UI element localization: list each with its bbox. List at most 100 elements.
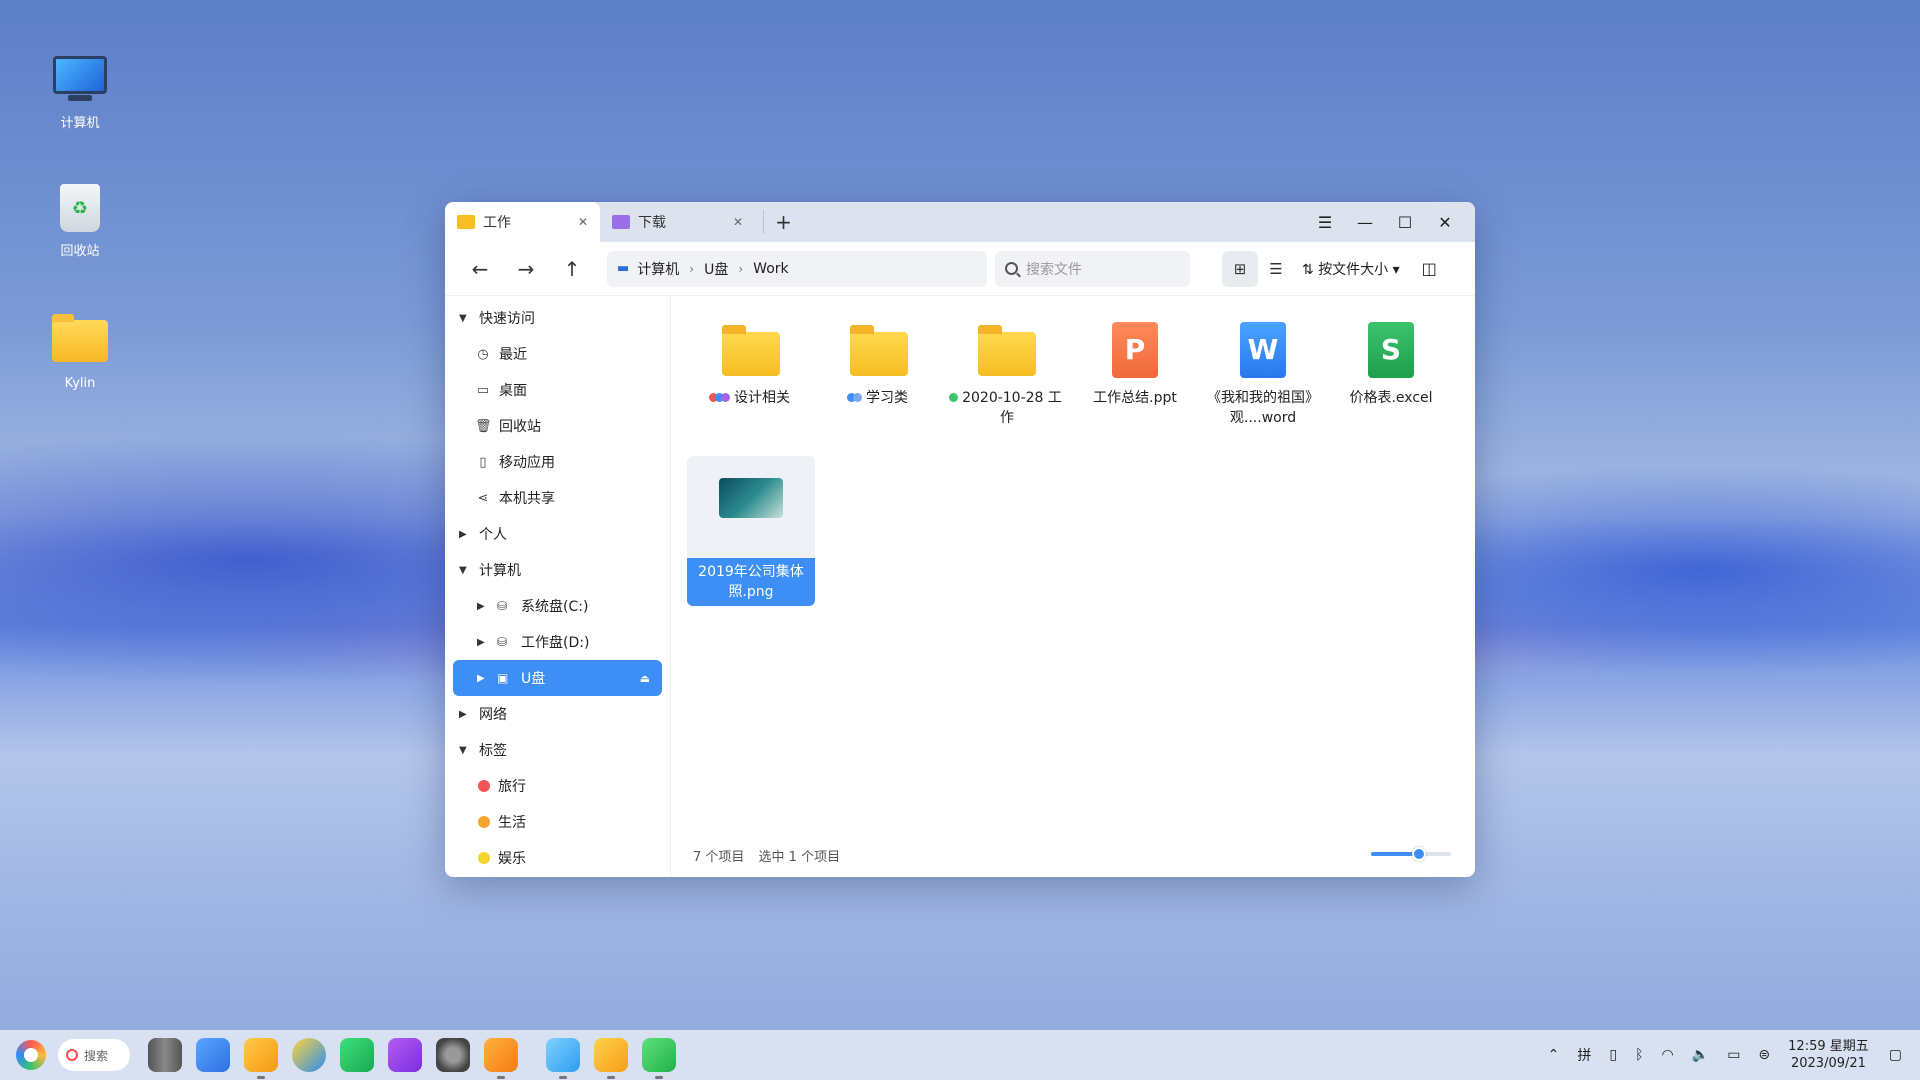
- sidebar-tags[interactable]: ▼ 标签: [445, 732, 670, 768]
- sidebar-item-label: 回收站: [499, 419, 541, 435]
- wechat-icon[interactable]: [642, 1038, 676, 1079]
- control-center-icon[interactable]: ⊜: [1758, 1047, 1770, 1063]
- desktop-icon-label: 计算机: [60, 116, 100, 131]
- desktop-icon-computer[interactable]: 计算机: [40, 56, 120, 131]
- multitask-view-icon[interactable]: [148, 1038, 182, 1072]
- file-view: 设计相关 学习类 2020-10-28 工作 P 工作总结.ppt W 《我和我…: [671, 296, 1475, 877]
- toolbar: ← → ↑ ▬ 计算机 › U盘 › Work 搜索文件 ⊞ ☰ ⇅ 按文件大小…: [445, 242, 1475, 296]
- sidebar-item-label: 本机共享: [499, 491, 555, 507]
- sidebar-tag-life[interactable]: 生活: [445, 804, 670, 840]
- zoom-handle[interactable]: [1412, 847, 1426, 861]
- file-item[interactable]: S 价格表.excel: [1327, 312, 1455, 442]
- tab-label: 下载: [638, 215, 666, 231]
- folder-icon: [719, 318, 783, 382]
- clipboard-icon[interactable]: ▯: [1609, 1047, 1617, 1063]
- file-item[interactable]: W 《我和我的祖国》观....word: [1199, 312, 1327, 442]
- clock-icon: ◷: [477, 346, 489, 362]
- folder-icon: [975, 318, 1039, 382]
- notification-icon[interactable]: ▢: [1889, 1047, 1902, 1063]
- screenshot-icon[interactable]: [388, 1038, 422, 1072]
- mail-icon[interactable]: [340, 1038, 374, 1072]
- sidebar-item-mobile[interactable]: ▯ 移动应用: [445, 444, 670, 480]
- sidebar-item-drive-d[interactable]: ▶ ⛁ 工作盘(D:): [445, 624, 670, 660]
- list-view-icon[interactable]: ☰: [1258, 251, 1294, 287]
- menu-icon[interactable]: ☰: [1305, 213, 1345, 232]
- add-tab-button[interactable]: +: [763, 210, 803, 234]
- word-icon: W: [1231, 318, 1295, 382]
- breadcrumb-usb[interactable]: U盘: [704, 259, 728, 279]
- wifi-icon[interactable]: ◠: [1662, 1047, 1674, 1063]
- mobile-icon: ▯: [479, 454, 487, 470]
- chevron-right-icon: ▶: [459, 528, 467, 540]
- chevron-right-icon: ▶: [459, 708, 467, 720]
- close-icon[interactable]: ✕: [1425, 213, 1465, 232]
- sidebar-item-recent[interactable]: ◷ 最近: [445, 336, 670, 372]
- ime-indicator[interactable]: 拼: [1577, 1045, 1591, 1065]
- settings-gear-icon[interactable]: [436, 1038, 470, 1072]
- desktop-icon-label: 回收站: [60, 244, 100, 259]
- sidebar-quick-access[interactable]: ▼ 快速访问: [445, 300, 670, 336]
- file-name: 价格表.excel: [1349, 390, 1433, 406]
- grid-view-icon[interactable]: ⊞: [1222, 250, 1258, 287]
- detail-panel-icon[interactable]: ◫: [1422, 259, 1437, 278]
- close-tab-icon[interactable]: ✕: [578, 215, 588, 229]
- sidebar-item-usb[interactable]: ▶ ▣ U盘 ⏏: [453, 660, 662, 696]
- sort-button[interactable]: ⇅ 按文件大小 ▾: [1302, 259, 1400, 279]
- tips-bulb-icon[interactable]: [484, 1038, 518, 1079]
- breadcrumb-computer[interactable]: 计算机: [637, 259, 679, 279]
- sidebar-item-share[interactable]: ⋖ 本机共享: [445, 480, 670, 516]
- tab-downloads[interactable]: 下载 ✕: [600, 202, 755, 242]
- drive-icon: ⛁: [497, 599, 508, 613]
- maximize-icon[interactable]: ☐: [1385, 213, 1425, 232]
- chevron-up-icon[interactable]: ⌃: [1548, 1047, 1560, 1063]
- battery-icon[interactable]: ▭: [1727, 1047, 1740, 1063]
- minimize-icon[interactable]: —: [1345, 213, 1385, 232]
- sidebar-item-drive-c[interactable]: ▶ ⛁ 系统盘(C:): [445, 588, 670, 624]
- chevron-down-icon: ▼: [459, 564, 467, 576]
- sidebar-item-desktop[interactable]: ▭ 桌面: [445, 372, 670, 408]
- file-manager-icon[interactable]: [244, 1038, 278, 1079]
- breadcrumb-work[interactable]: Work: [753, 261, 788, 277]
- sidebar-section-label: 网络: [479, 707, 507, 723]
- file-item[interactable]: 学习类: [815, 312, 943, 442]
- folder-icon: [457, 215, 475, 229]
- sidebar-tag-travel[interactable]: 旅行: [445, 768, 670, 804]
- chevron-right-icon: ▶: [477, 672, 485, 684]
- file-manager-window: 工作 ✕ 下载 ✕ + ☰ — ☐ ✕ ← → ↑ ▬ 计算机 › U盘 › W…: [445, 202, 1475, 877]
- download-folder-icon: [612, 215, 630, 229]
- taskbar-search-label: 搜索: [84, 1048, 109, 1063]
- zoom-slider[interactable]: [1371, 847, 1451, 861]
- up-arrow-icon[interactable]: ↑: [549, 257, 595, 281]
- file-item-selected[interactable]: 2019年公司集体照.png: [687, 456, 815, 606]
- start-menu-icon[interactable]: [16, 1040, 46, 1070]
- eject-icon[interactable]: ⏏: [640, 672, 650, 685]
- bluetooth-icon[interactable]: ᛒ: [1635, 1047, 1643, 1063]
- search-input[interactable]: 搜索文件: [995, 250, 1190, 287]
- chevron-right-icon: ▶: [477, 600, 485, 612]
- weather-icon[interactable]: [546, 1038, 580, 1079]
- notes-icon[interactable]: [594, 1038, 628, 1079]
- file-item[interactable]: 设计相关: [687, 312, 815, 442]
- sidebar-network[interactable]: ▶ 网络: [445, 696, 670, 732]
- desktop-icon-kylin[interactable]: Kylin: [40, 314, 120, 391]
- folder-icon: [847, 318, 911, 382]
- usb-icon: ▣: [497, 671, 509, 685]
- forward-arrow-icon[interactable]: →: [503, 257, 549, 281]
- back-arrow-icon[interactable]: ←: [457, 257, 503, 281]
- clock[interactable]: 12:59 星期五 2023/09/21: [1788, 1038, 1869, 1072]
- app-store-icon[interactable]: [196, 1038, 230, 1072]
- taskbar-search[interactable]: 搜索: [58, 1039, 130, 1071]
- sidebar-computer[interactable]: ▼ 计算机: [445, 552, 670, 588]
- tab-work[interactable]: 工作 ✕: [445, 202, 600, 242]
- file-item[interactable]: P 工作总结.ppt: [1071, 312, 1199, 442]
- close-tab-icon[interactable]: ✕: [733, 215, 743, 229]
- browser-icon[interactable]: [292, 1038, 326, 1072]
- excel-icon: S: [1359, 318, 1423, 382]
- desktop-icon-recycle-bin[interactable]: 回收站: [40, 184, 120, 259]
- sidebar-item-label: 系统盘(C:): [521, 599, 589, 615]
- volume-icon[interactable]: 🔈: [1692, 1047, 1709, 1063]
- file-item[interactable]: 2020-10-28 工作: [943, 312, 1071, 442]
- sidebar-item-trash[interactable]: 🗑 回收站: [445, 408, 670, 444]
- sidebar-personal[interactable]: ▶ 个人: [445, 516, 670, 552]
- sidebar-tag-entertainment[interactable]: 娱乐: [445, 840, 670, 876]
